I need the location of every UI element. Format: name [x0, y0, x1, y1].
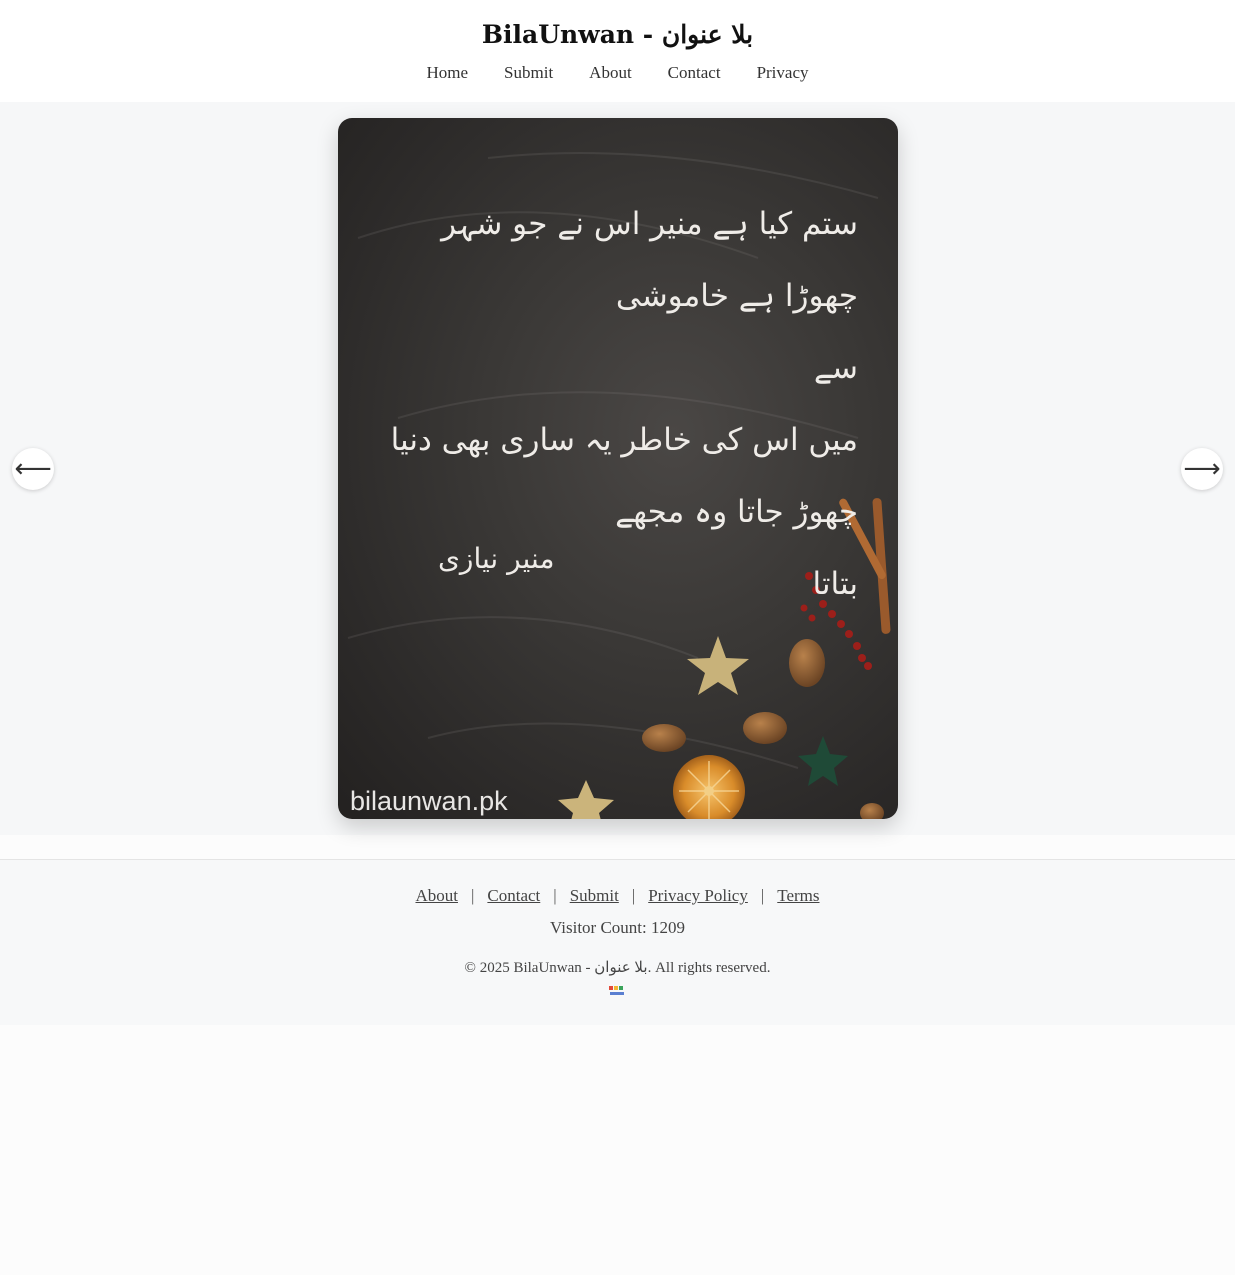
- site-title[interactable]: BilaUnwan - بلا عنوان: [0, 20, 1235, 49]
- footer-separator: |: [470, 886, 475, 905]
- prev-slide-button[interactable]: ⟵: [12, 448, 54, 490]
- next-slide-button[interactable]: ⟶: [1181, 448, 1223, 490]
- nav-submit[interactable]: Submit: [504, 63, 553, 83]
- arrow-left-icon: ⟵: [14, 454, 52, 484]
- copyright: © 2025 BilaUnwan - بلا عنوان. All rights…: [464, 960, 771, 976]
- site-footer: About | Contact | Submit | Privacy Polic…: [0, 859, 1235, 1025]
- poster-carousel: ⟵ ستم کیا ہے منیر اس نے جو شہر چھوڑا ہے …: [0, 102, 1235, 835]
- footer-separator: |: [760, 886, 765, 905]
- visitor-count: Visitor Count: 1209: [550, 918, 685, 937]
- footer-link-terms[interactable]: Terms: [777, 886, 819, 906]
- site-header: BilaUnwan - بلا عنوان Home Submit About …: [0, 0, 1235, 102]
- nav-about[interactable]: About: [589, 63, 632, 83]
- footer-link-contact[interactable]: Contact: [487, 886, 540, 906]
- poetry-poster-image: ستم کیا ہے منیر اس نے جو شہر چھوڑا ہے خا…: [338, 118, 898, 819]
- footer-links: About | Contact | Submit | Privacy Polic…: [0, 886, 1235, 906]
- footer-link-submit[interactable]: Submit: [570, 886, 619, 906]
- site-badge-icon: [609, 986, 624, 995]
- arrow-right-icon: ⟶: [1183, 454, 1221, 484]
- nav-home[interactable]: Home: [427, 63, 469, 83]
- footer-link-about[interactable]: About: [415, 886, 458, 906]
- watermark: bilaunwan.pk: [350, 786, 508, 816]
- poet-name: منیر نیازی: [438, 542, 555, 575]
- footer-separator: |: [553, 886, 557, 905]
- poem-line: میں اس کی خاطر یہ ساری بھی دنیا چھوڑ جات…: [390, 422, 858, 530]
- nav-contact[interactable]: Contact: [668, 63, 721, 83]
- poem-line: ستم کیا ہے منیر اس نے جو شہر چھوڑا ہے خا…: [441, 206, 858, 314]
- footer-link-privacy-policy[interactable]: Privacy Policy: [648, 886, 748, 906]
- nav-privacy[interactable]: Privacy: [757, 63, 809, 83]
- footer-separator: |: [631, 886, 636, 905]
- main-nav: Home Submit About Contact Privacy: [0, 63, 1235, 83]
- poem-line: سے: [813, 350, 858, 386]
